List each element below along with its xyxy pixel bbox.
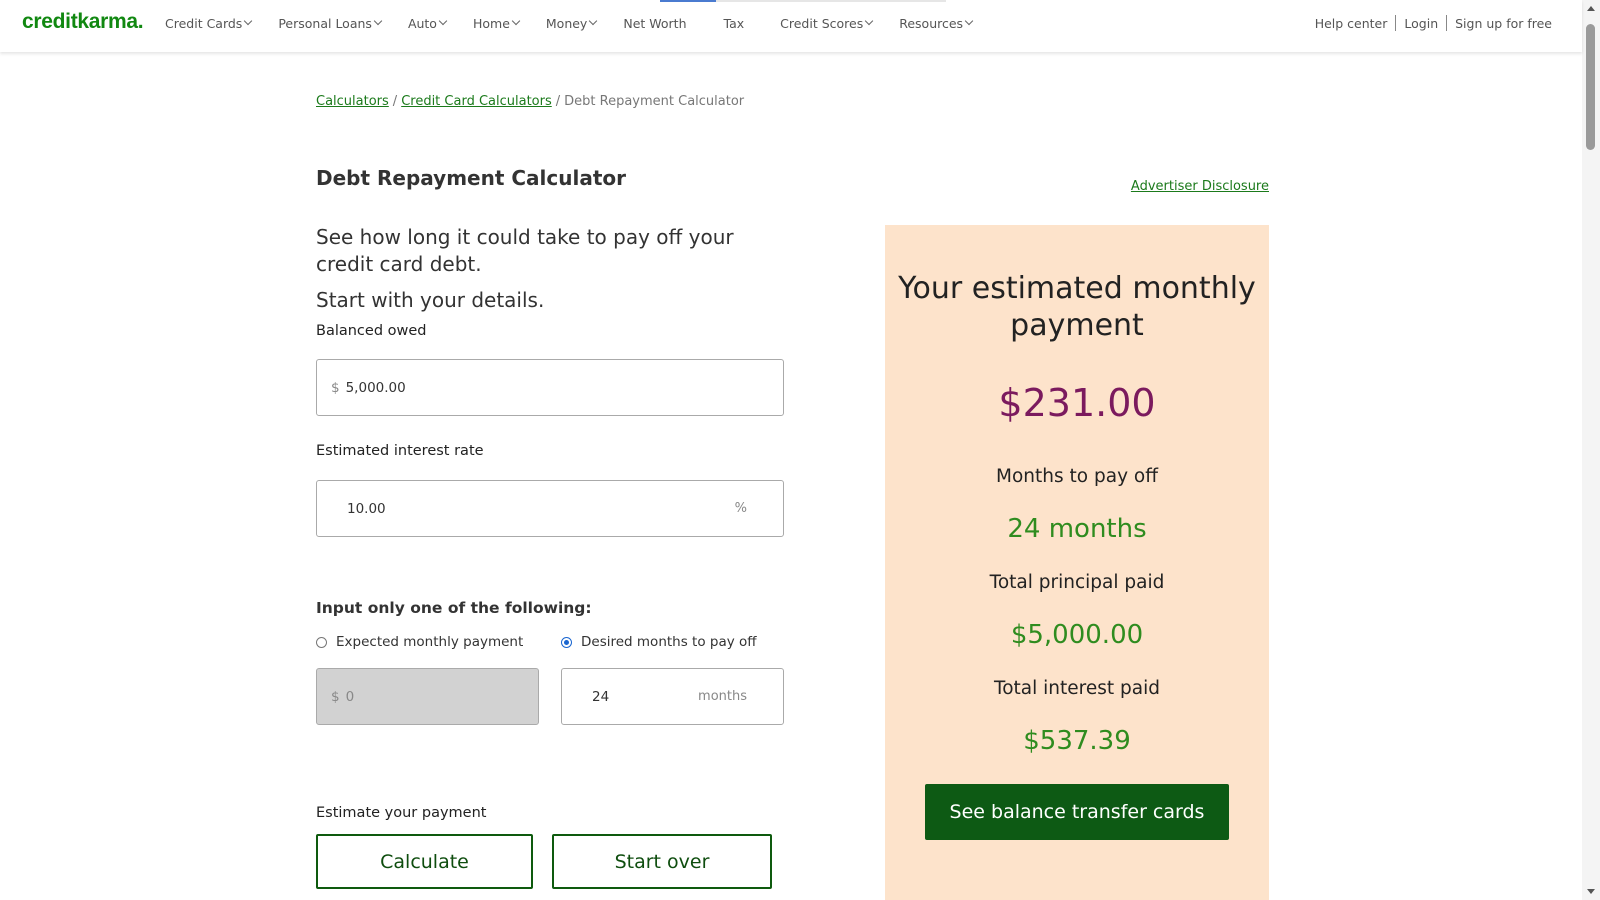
total-interest-value: $537.39 — [1023, 726, 1131, 756]
monthly-payment-input[interactable]: $ 0 — [316, 668, 539, 725]
logo-text: creditkarma — [22, 10, 138, 33]
nav-item-label: Tax — [723, 15, 745, 31]
creditkarma-logo[interactable]: creditkarma. — [22, 10, 144, 34]
nav-divider — [1446, 15, 1448, 31]
intro-subtext: Start with your details. — [316, 288, 545, 312]
months-to-pay-off-value: 24 months — [1007, 514, 1147, 544]
dollar-prefix: $ — [331, 688, 340, 705]
months-suffix: months — [698, 689, 747, 704]
breadcrumb-calculators[interactable]: Calculators — [316, 94, 389, 109]
breadcrumb: Calculators / Credit Card Calculators / Debt… — [316, 94, 744, 109]
result-title: Your estimated monthly payment — [898, 271, 1256, 343]
scroll-down-icon[interactable] — [1587, 889, 1595, 894]
dollar-prefix: $ — [331, 379, 340, 396]
breadcrumb-current: Debt Repayment Calculator — [564, 94, 745, 109]
chevron-down-icon — [244, 16, 253, 26]
nav-item-credit-scores[interactable]: Credit Scores — [780, 15, 874, 31]
nav-item-label: Credit Scores — [780, 15, 864, 31]
desired-months-option-label: Desired months to pay off — [581, 634, 757, 650]
interest-rate-input[interactable]: 10.00 % — [316, 480, 784, 537]
desired-months-input[interactable]: 24 months — [561, 668, 784, 725]
account-links: Help center Login Sign up for free — [1315, 0, 1552, 46]
nav-item-auto[interactable]: Auto — [407, 15, 448, 31]
nav-item-tax[interactable]: Tax — [724, 16, 745, 31]
chevron-down-icon — [373, 16, 383, 26]
top-navigation: creditkarma. Credit Cards Personal Loans A… — [0, 0, 1582, 52]
see-balance-transfer-cards-button[interactable]: See balance transfer cards — [925, 784, 1229, 840]
page-scrollbar[interactable] — [1582, 0, 1600, 900]
nav-item-money[interactable]: Money — [545, 15, 598, 31]
nav-item-resources[interactable]: Resources — [899, 15, 974, 31]
monthly-payment-value: 0 — [345, 688, 355, 705]
total-principal-value: $5,000.00 — [1010, 620, 1144, 650]
desired-months-option[interactable]: Desired months to pay off — [561, 634, 757, 650]
input-choice-heading: Input only one of the following: — [316, 599, 592, 617]
signup-link[interactable]: Sign up for free — [1455, 16, 1552, 31]
scrollbar-thumb[interactable] — [1586, 24, 1595, 150]
total-interest-label: Total interest paid — [994, 678, 1160, 699]
total-principal-label: Total principal paid — [989, 572, 1165, 593]
start-over-button[interactable]: Start over — [552, 834, 772, 889]
percent-suffix: % — [734, 501, 747, 516]
balance-label: Balanced owed — [316, 323, 427, 339]
chevron-down-icon — [511, 16, 521, 26]
interest-rate-value: 10.00 — [347, 500, 386, 517]
nav-item-label: Auto — [407, 15, 437, 31]
monthly-payment-option-label: Expected monthly payment — [336, 634, 524, 650]
intro-text: See how long it could take to pay off yo… — [316, 225, 734, 276]
page-title: Debt Repayment Calculator — [316, 166, 627, 190]
advertiser-disclosure-link[interactable]: Advertiser Disclosure — [1131, 179, 1269, 194]
help-center-link[interactable]: Help center — [1315, 16, 1388, 31]
nav-item-personal-loans[interactable]: Personal Loans — [278, 15, 383, 31]
nav-divider — [1395, 15, 1397, 31]
monthly-payment-radio[interactable] — [316, 636, 327, 648]
nav-item-credit-cards[interactable]: Credit Cards — [165, 15, 253, 31]
chevron-down-icon — [964, 16, 974, 26]
balance-value: 5,000.00 — [345, 379, 406, 396]
scroll-up-icon[interactable] — [1587, 6, 1595, 11]
monthly-payment-option[interactable]: Expected monthly payment — [316, 634, 523, 650]
desired-months-radio[interactable] — [561, 636, 572, 648]
nav-item-label: Credit Cards — [165, 15, 243, 31]
result-panel: Your estimated monthly payment $231.00 M… — [885, 225, 1269, 900]
calculate-button[interactable]: Calculate — [316, 834, 533, 889]
nav-item-label: Home — [472, 15, 510, 31]
balance-input[interactable]: $ 5,000.00 — [316, 359, 784, 416]
interest-rate-label: Estimated interest rate — [316, 443, 484, 459]
nav-menu: Credit Cards Personal Loans Auto Home Money N… — [165, 0, 999, 46]
nav-item-net-worth[interactable]: Net Worth — [623, 16, 686, 31]
nav-item-label: Personal Loans — [278, 15, 372, 31]
logo-dot: . — [137, 10, 144, 33]
estimate-label: Estimate your payment — [316, 805, 487, 821]
desired-months-value: 24 — [592, 688, 610, 705]
breadcrumb-separator: / — [392, 94, 398, 109]
chevron-down-icon — [438, 16, 448, 26]
nav-item-label: Money — [545, 15, 588, 31]
monthly-payment-amount: $231.00 — [998, 381, 1156, 425]
breadcrumb-separator: / — [555, 94, 561, 109]
chevron-down-icon — [864, 16, 874, 26]
nav-item-label: Net Worth — [623, 15, 687, 31]
breadcrumb-credit-card-calculators[interactable]: Credit Card Calculators — [401, 94, 552, 109]
nav-item-home[interactable]: Home — [472, 15, 521, 31]
login-link[interactable]: Login — [1404, 16, 1438, 31]
months-to-pay-off-label: Months to pay off — [996, 466, 1158, 487]
chevron-down-icon — [589, 16, 598, 26]
nav-item-label: Resources — [899, 15, 964, 31]
